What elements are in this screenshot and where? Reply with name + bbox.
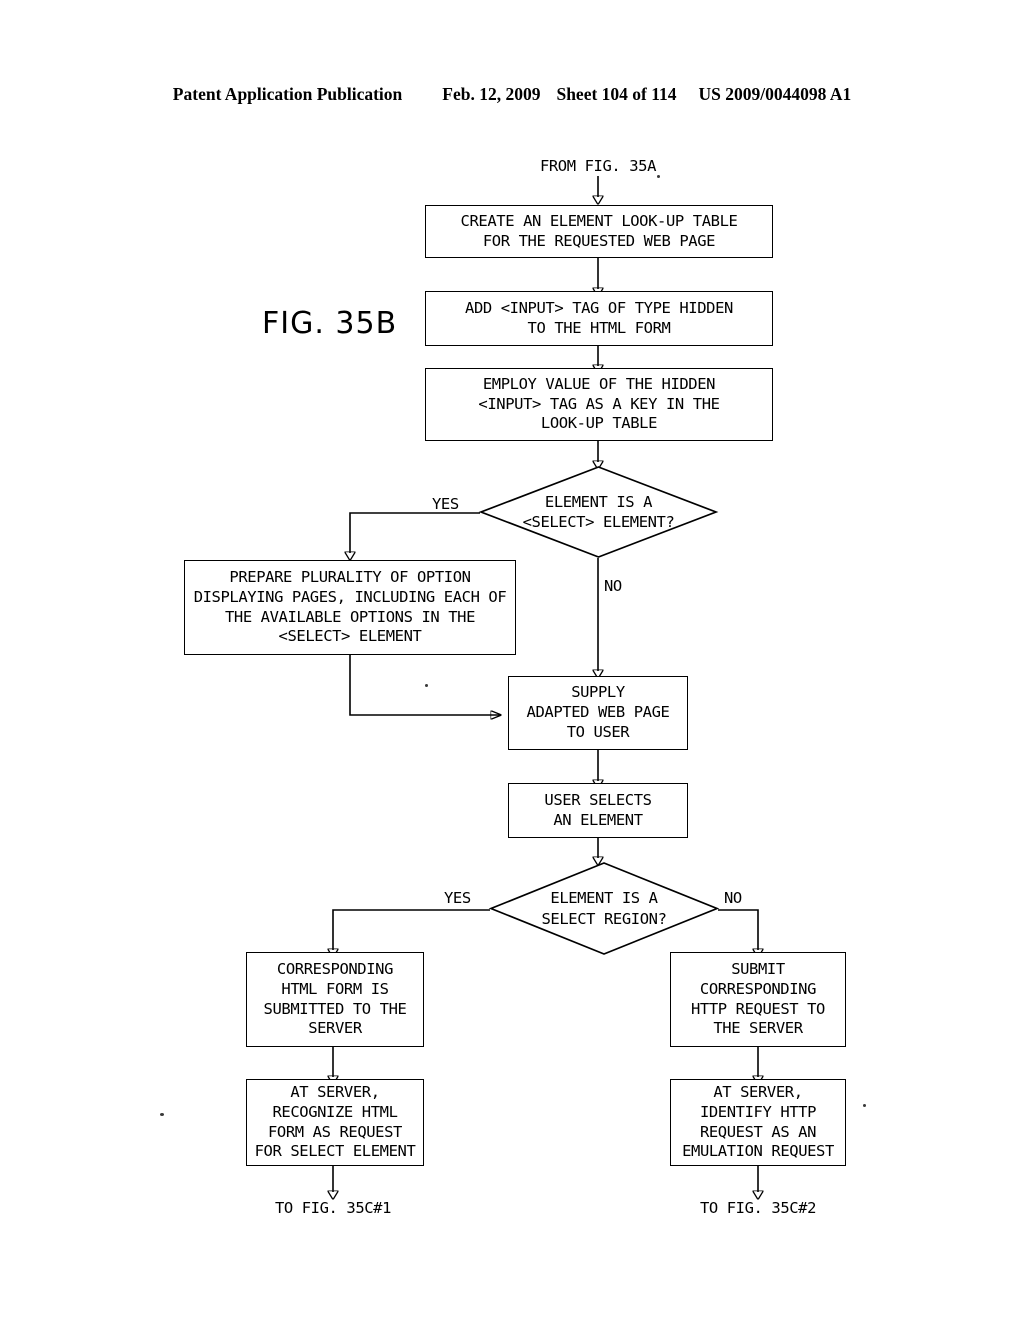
- decision-2-label: ELEMENT IS A SELECT REGION?: [541, 889, 667, 928]
- figure-label: FIG. 35B: [262, 306, 398, 341]
- node-identify-http-request[interactable]: AT SERVER, IDENTIFY HTTP REQUEST AS AN E…: [670, 1079, 846, 1166]
- node-add-input-tag[interactable]: ADD <INPUT> TAG OF TYPE HIDDEN TO THE HT…: [425, 291, 773, 346]
- scan-speck: [160, 1113, 164, 1116]
- node-submit-http-request[interactable]: SUBMIT CORRESPONDING HTTP REQUEST TO THE…: [670, 952, 846, 1047]
- node-user-selects-element[interactable]: USER SELECTS AN ELEMENT: [508, 783, 688, 838]
- exit-label-to-fig-35c-2: TO FIG. 35C#2: [699, 1199, 817, 1217]
- node-recognize-html-form[interactable]: AT SERVER, RECOGNIZE HTML FORM AS REQUES…: [246, 1079, 424, 1166]
- node-supply-adapted-page[interactable]: SUPPLY ADAPTED WEB PAGE TO USER: [508, 676, 688, 750]
- node-prepare-option-pages[interactable]: PREPARE PLURALITY OF OPTION DISPLAYING P…: [184, 560, 516, 655]
- branch-label-no-select-region: NO: [724, 889, 742, 907]
- entry-label-from-fig-35a: FROM FIG. 35A: [539, 157, 657, 175]
- branch-label-yes-select-region: YES: [444, 889, 471, 907]
- branch-label-yes-select-element: YES: [432, 495, 459, 513]
- scan-speck: [425, 684, 428, 687]
- decision-element-is-select-region[interactable]: ELEMENT IS A SELECT REGION?: [488, 862, 720, 955]
- branch-label-no-select-element: NO: [604, 577, 622, 595]
- scan-speck: [657, 175, 660, 178]
- scan-speck: [863, 1104, 866, 1107]
- decision-element-is-select-element[interactable]: ELEMENT IS A <SELECT> ELEMENT?: [478, 466, 719, 558]
- node-employ-value-key[interactable]: EMPLOY VALUE OF THE HIDDEN <INPUT> TAG A…: [425, 368, 773, 441]
- flowchart-connectors: [0, 176, 1024, 1320]
- node-html-form-submitted[interactable]: CORRESPONDING HTML FORM IS SUBMITTED TO …: [246, 952, 424, 1047]
- exit-label-to-fig-35c-1: TO FIG. 35C#1: [274, 1199, 392, 1217]
- decision-1-label: ELEMENT IS A <SELECT> ELEMENT?: [522, 492, 675, 531]
- flowchart-figure: FIG. 35B FROM FIG. 35A CREATE AN ELEMENT…: [0, 0, 1024, 1320]
- node-create-lookup-table[interactable]: CREATE AN ELEMENT LOOK-UP TABLE FOR THE …: [425, 205, 773, 258]
